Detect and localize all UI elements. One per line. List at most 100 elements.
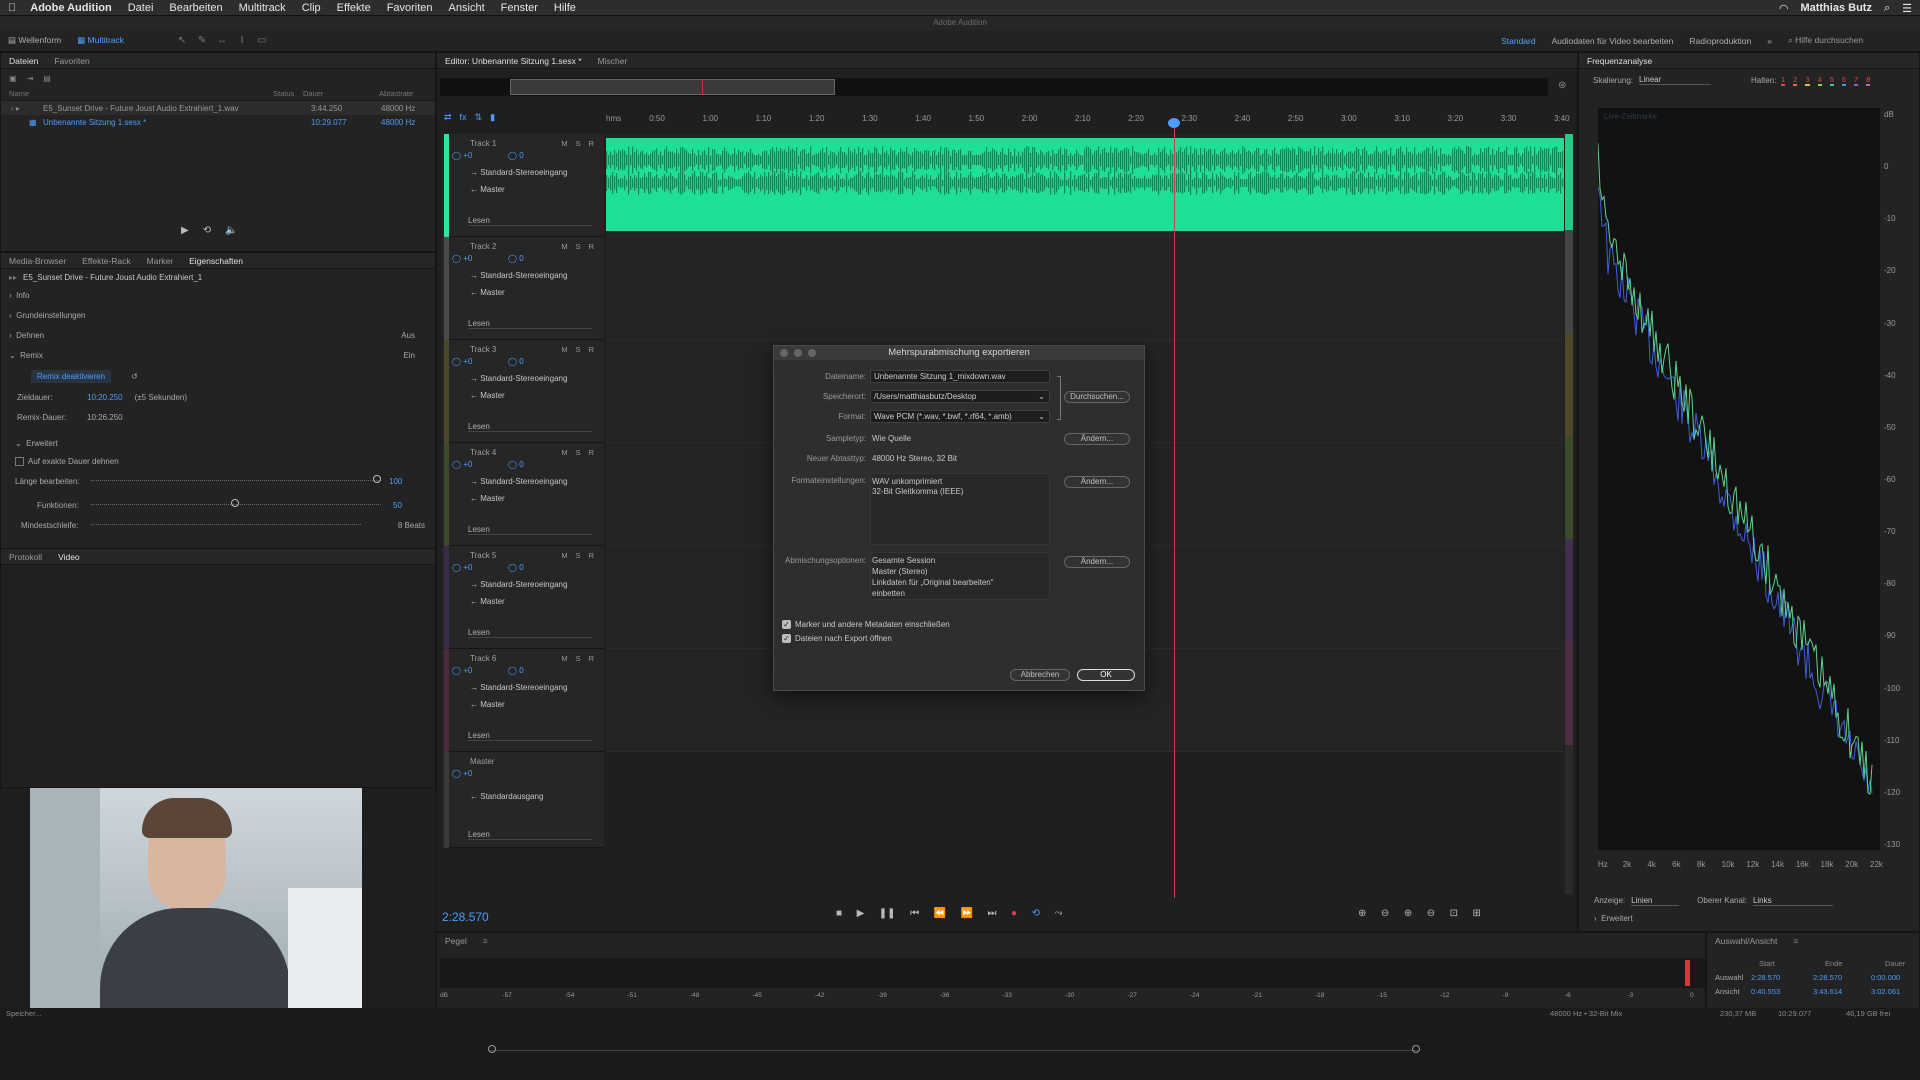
input-select[interactable]: → Standard-Stereoeingang	[470, 580, 567, 589]
col-abtastrate[interactable]: Abtastrate	[379, 89, 413, 98]
selection-end[interactable]: 2:28.570	[1813, 973, 1871, 982]
automation-mode-select[interactable]: Lesen	[468, 628, 592, 638]
volume-knob[interactable]: ◯ +0	[452, 254, 472, 263]
workspace-radio[interactable]: Radioproduktion	[1681, 34, 1759, 48]
zoom-in-time-icon[interactable]: ⊕	[1404, 908, 1412, 919]
volume-knob[interactable]: ◯ +0	[452, 666, 472, 675]
vertical-scrollbar[interactable]	[1565, 134, 1573, 894]
input-select[interactable]: → Standard-Stereoeingang	[470, 374, 567, 383]
menu-effekte[interactable]: Effekte	[329, 2, 379, 14]
minimize-icon[interactable]	[794, 349, 802, 357]
format-select[interactable]: Wave PCM (*.wav, *.bwf, *.rf64, *.amb) ⌄	[870, 410, 1050, 423]
volume-knob[interactable]: ◯ +0	[452, 357, 472, 366]
mute-button[interactable]: M	[561, 139, 567, 148]
zoom-out-amplitude-icon[interactable]: ⊖	[1381, 908, 1389, 919]
help-search-input[interactable]: ⌕ Hilfe durchsuchen	[1780, 33, 1920, 48]
audio-clip[interactable]	[606, 138, 1564, 231]
col-dauer[interactable]: Dauer	[303, 89, 323, 98]
sends-icon[interactable]: ⇅	[475, 112, 483, 126]
display-select[interactable]: Linien	[1631, 896, 1680, 906]
record-icon[interactable]: ●	[1011, 908, 1017, 919]
section-info[interactable]: › Info	[1, 285, 435, 305]
mute-button[interactable]: M	[561, 551, 567, 560]
tab-protokoll[interactable]: Protokoll	[9, 552, 42, 562]
loop-playback-icon[interactable]: ⟲	[1032, 908, 1040, 919]
eq-icon[interactable]: ▮	[490, 112, 495, 126]
tab-favoriten[interactable]: Favoriten	[54, 56, 89, 66]
tab-editor[interactable]: Editor: Unbenannte Sitzung 1.sesx *	[445, 56, 582, 66]
hold-button-6[interactable]: 6	[1841, 75, 1847, 86]
solo-button[interactable]: S	[576, 551, 581, 560]
wifi-icon[interactable]: ◠	[1779, 2, 1789, 15]
go-to-end-icon[interactable]: ⏭	[988, 908, 997, 919]
automation-mode-select[interactable]: Lesen	[468, 319, 592, 329]
user-name[interactable]: Matthias Butz	[1800, 2, 1872, 14]
section-grundeinstellungen[interactable]: › Grundeinstellungen	[1, 305, 435, 325]
move-tool-icon[interactable]: ↖	[176, 35, 188, 46]
open-folder-icon[interactable]: ▣	[9, 74, 17, 83]
record-arm-button[interactable]: R	[589, 139, 594, 148]
section-erweitert[interactable]: ⌄ Erweitert	[1, 433, 435, 453]
input-select[interactable]: → Standard-Stereoeingang	[470, 683, 567, 692]
tab-media-browser[interactable]: Media-Browser	[9, 256, 66, 266]
play-button-icon[interactable]: ▶	[857, 908, 865, 919]
overview-bar[interactable]	[440, 78, 1548, 96]
zoom-in-amplitude-icon[interactable]: ⊕	[1358, 908, 1366, 919]
filename-input[interactable]: Unbenannte Sitzung 1_mixdown.wav	[870, 370, 1050, 383]
pan-knob[interactable]: ◯ 0	[508, 254, 524, 263]
menu-bearbeiten[interactable]: Bearbeiten	[161, 2, 230, 14]
output-select[interactable]: ← Master	[470, 494, 505, 503]
multitrack-button[interactable]: ▦ Multitrack	[69, 33, 132, 48]
track-lane[interactable]	[606, 237, 1564, 340]
track-name[interactable]: Track 5	[470, 551, 496, 560]
hold-button-4[interactable]: 4	[1817, 75, 1822, 86]
track-name[interactable]: Track 3	[470, 345, 496, 354]
tab-mischer[interactable]: Mischer	[598, 56, 628, 66]
tab-marker[interactable]: Marker	[147, 256, 173, 266]
remix-deactivate-button[interactable]: Remix deaktivieren	[31, 369, 112, 383]
solo-button[interactable]: S	[576, 345, 581, 354]
hold-button-1[interactable]: 1	[1781, 75, 1786, 86]
menu-clip[interactable]: Clip	[294, 2, 329, 14]
record-arm-button[interactable]: R	[589, 345, 594, 354]
location-select[interactable]: /Users/matthiasbutz/Desktop ⌄	[870, 390, 1050, 403]
change-format-settings-button[interactable]: Ändern...	[1064, 476, 1130, 488]
loop-icon[interactable]: ⟲	[203, 225, 211, 236]
fast-forward-icon[interactable]: ⏩	[961, 908, 973, 919]
import-icon[interactable]: ⇥	[27, 74, 34, 83]
track-name[interactable]: Track 6	[470, 654, 496, 663]
waveform-button[interactable]: ▤ Wellenform	[0, 33, 69, 48]
view-start[interactable]: 0:40.553	[1751, 987, 1813, 996]
section-dehnen[interactable]: › Dehnen Aus	[1, 325, 435, 345]
solo-button[interactable]: S	[576, 242, 581, 251]
selection-start[interactable]: 2:28.570	[1751, 973, 1813, 982]
ok-button[interactable]: OK	[1077, 669, 1135, 681]
menu-hilfe[interactable]: Hilfe	[546, 2, 584, 14]
reset-icon[interactable]: ↺	[131, 372, 138, 381]
current-time[interactable]: 2:28.570	[442, 910, 489, 924]
close-icon[interactable]	[780, 349, 788, 357]
new-file-icon[interactable]: ▤	[43, 74, 51, 83]
channel-select[interactable]: Links	[1752, 896, 1833, 906]
playhead[interactable]	[1174, 118, 1175, 898]
view-duration[interactable]: 3:02.061	[1871, 987, 1900, 996]
view-end[interactable]: 3:43.614	[1813, 987, 1871, 996]
open-after-export-checkbox[interactable]: ✓ Dateien nach Export öffnen	[782, 634, 892, 643]
hold-button-3[interactable]: 3	[1805, 75, 1810, 86]
automation-icon[interactable]: ⇄	[444, 112, 452, 126]
input-select[interactable]: → Standard-Stereoeingang	[470, 168, 567, 177]
section-remix[interactable]: ⌄ Remix Ein	[1, 345, 435, 365]
zoom-navigator-icon[interactable]: ⊛	[1558, 80, 1566, 91]
speaker-icon[interactable]: 🔈	[225, 225, 237, 236]
play-icon[interactable]: ▶	[181, 225, 189, 236]
search-icon[interactable]: ⌕	[1884, 2, 1890, 15]
time-select-tool-icon[interactable]: I	[236, 35, 248, 46]
change-mix-options-button[interactable]: Ändern...	[1064, 556, 1130, 568]
track-name[interactable]: Track 4	[470, 448, 496, 457]
volume-knob[interactable]: ◯ +0	[452, 563, 472, 572]
solo-button[interactable]: S	[576, 139, 581, 148]
volume-knob[interactable]: ◯ +0	[452, 460, 472, 469]
file-row[interactable]: ▦ Unbenannte Sitzung 1.sesx * 10:29.077 …	[1, 115, 435, 129]
cancel-button[interactable]: Abbrechen	[1010, 669, 1070, 681]
pause-icon[interactable]: ❚❚	[879, 908, 896, 919]
